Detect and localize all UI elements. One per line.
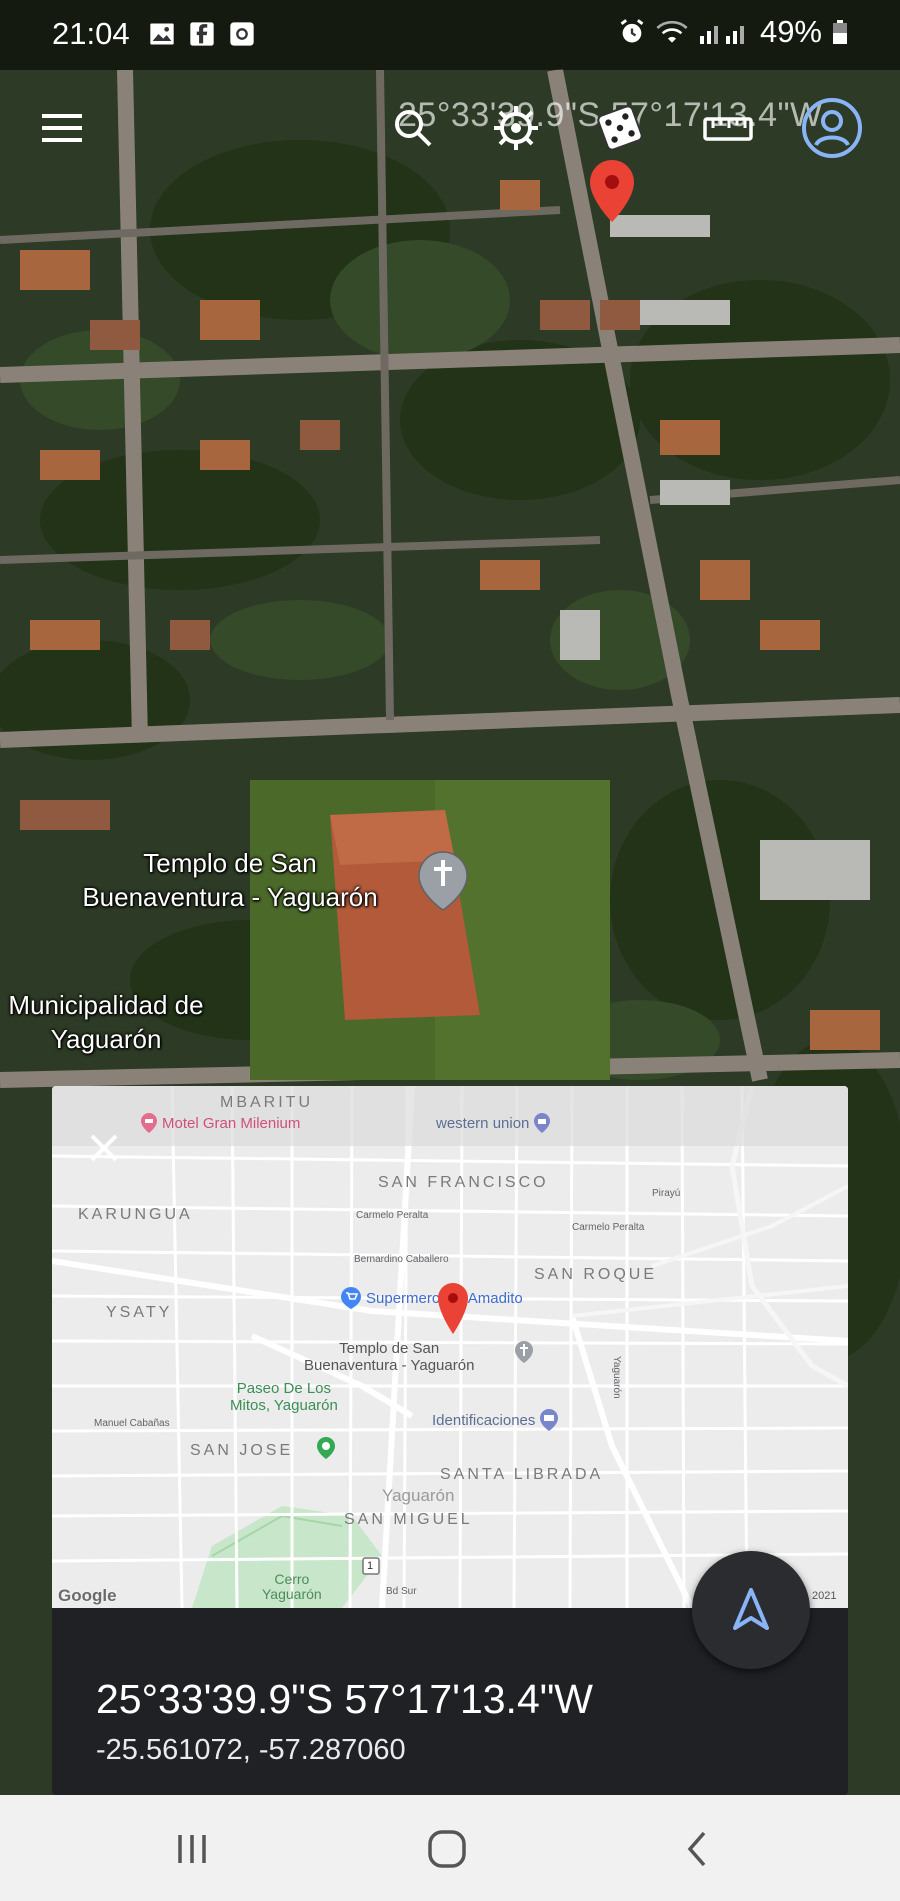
location-card: MBARITU SAN FRANCISCO KARUNGUA SAN ROQUE… [52, 1086, 848, 1795]
street-label: Bernardino Caballero [354, 1254, 449, 1265]
location-coordinates-dms: 25°33'39.9"S 57°17'13.4"W [96, 1676, 594, 1722]
poi-western-union[interactable]: western union [436, 1112, 551, 1134]
street-label: Manuel Cabañas [94, 1418, 170, 1429]
back-icon [687, 1831, 706, 1867]
street-label: Carmelo Peralta [356, 1210, 429, 1221]
battery-percent: 49% [759, 14, 822, 49]
signal-icon [699, 26, 744, 44]
menu-button[interactable] [34, 100, 90, 156]
district-label: SAN FRANCISCO [378, 1174, 549, 1191]
navigation-arrow-icon [733, 1588, 769, 1630]
recent-apps-button[interactable] [172, 1829, 212, 1869]
home-button[interactable] [425, 1827, 469, 1871]
status-time: 21:04 [52, 16, 130, 51]
poi-hill[interactable]: Cerro Yaguarón [262, 1572, 322, 1602]
google-logo: Google [58, 1586, 117, 1605]
measure-button[interactable] [700, 100, 756, 156]
account-icon [802, 98, 862, 158]
measure-ruler-icon [703, 117, 753, 141]
selected-location-pin [438, 1283, 468, 1334]
street-label: Yaguarón [611, 1356, 622, 1399]
facebook-icon [190, 22, 214, 46]
bank-pin-icon [534, 1113, 551, 1133]
battery-icon [833, 20, 847, 44]
feeling-lucky-button[interactable] [592, 100, 648, 156]
town-label: Yaguarón [382, 1486, 455, 1505]
wifi-icon [656, 20, 688, 43]
church-pin-icon [515, 1341, 533, 1363]
district-label: KARUNGUA [78, 1206, 193, 1223]
map-copyright: 2021 [812, 1590, 837, 1602]
church-satellite-label[interactable]: Templo de San Buenaventura - Yaguarón [60, 846, 400, 914]
route-number: 1 [367, 1560, 374, 1572]
close-mini-map-button[interactable] [82, 1126, 126, 1170]
district-label: SAN ROQUE [534, 1266, 658, 1283]
instagram-icon [230, 22, 254, 46]
mini-map[interactable]: MBARITU SAN FRANCISCO KARUNGUA SAN ROQUE… [52, 1086, 848, 1608]
search-button[interactable] [385, 100, 441, 156]
municipality-satellite-label[interactable]: Municipalidad de Yaguarón [6, 988, 206, 1056]
feeling-lucky-dice-icon [597, 105, 643, 151]
district-label: MBARITU [220, 1094, 313, 1111]
poi-park[interactable]: Paseo De Los Mitos, Yaguarón [230, 1380, 338, 1414]
street-label: Carmelo Peralta [572, 1222, 645, 1233]
poi-motel[interactable]: Motel Gran Milenium [140, 1112, 300, 1134]
navigate-button[interactable] [692, 1551, 810, 1669]
hotel-pin-icon [141, 1113, 157, 1133]
district-label: SANTA LIBRADA [440, 1466, 604, 1483]
voyager-button[interactable] [488, 100, 544, 156]
location-coordinates-decimal: -25.561072, -57.287060 [96, 1734, 406, 1766]
park-pin-icon [317, 1437, 335, 1459]
status-bar: 21:04 49% [0, 0, 900, 70]
government-pin-icon [540, 1409, 559, 1431]
menu-icon [42, 114, 82, 142]
recent-apps-icon [178, 1835, 206, 1863]
shopping-cart-pin-icon [341, 1287, 361, 1309]
district-label: SAN JOSE [190, 1442, 294, 1459]
voyager-icon [494, 106, 538, 150]
back-button[interactable] [678, 1829, 718, 1869]
district-label: SAN MIGUEL [344, 1511, 473, 1528]
account-button[interactable] [800, 96, 864, 160]
poi-church[interactable]: Templo de San Buenaventura - Yaguarón [304, 1340, 474, 1374]
district-label: YSATY [106, 1304, 173, 1321]
search-icon [395, 110, 432, 147]
close-icon [90, 1134, 118, 1162]
poi-supermarket[interactable]: Supermercado Amadito [340, 1286, 523, 1310]
gallery-icon [150, 23, 174, 45]
system-navigation-bar [0, 1795, 900, 1901]
street-label: Pirayú [652, 1188, 681, 1199]
alarm-icon [620, 19, 644, 43]
street-label: Bd Sur [386, 1586, 417, 1597]
home-icon [428, 1830, 466, 1868]
poi-identifications[interactable]: Identificaciones [432, 1408, 559, 1432]
